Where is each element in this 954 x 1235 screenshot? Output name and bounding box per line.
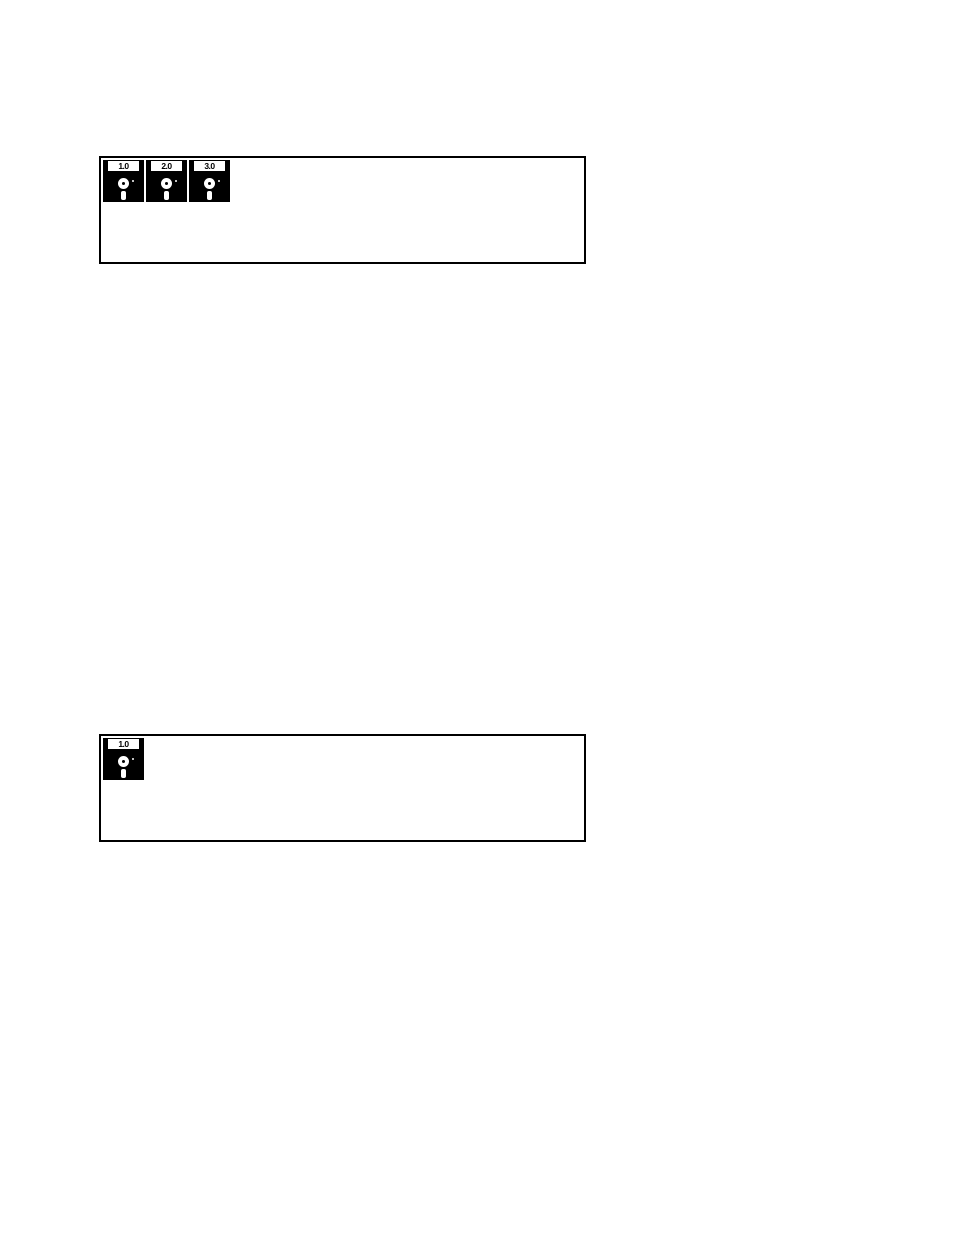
lower-panel: 1.0	[99, 734, 586, 842]
upper-panel: 1.0 2.0 3.0	[99, 156, 586, 264]
disk-label: 1.0	[108, 161, 139, 171]
floppy-disk-icon[interactable]: 1.0	[103, 738, 144, 780]
floppy-disk-icon[interactable]: 2.0	[146, 160, 187, 202]
disk-label: 2.0	[151, 161, 182, 171]
disk-label: 3.0	[194, 161, 225, 171]
disk-label: 1.0	[108, 739, 139, 749]
floppy-disk-icon[interactable]: 3.0	[189, 160, 230, 202]
floppy-disk-icon[interactable]: 1.0	[103, 160, 144, 202]
